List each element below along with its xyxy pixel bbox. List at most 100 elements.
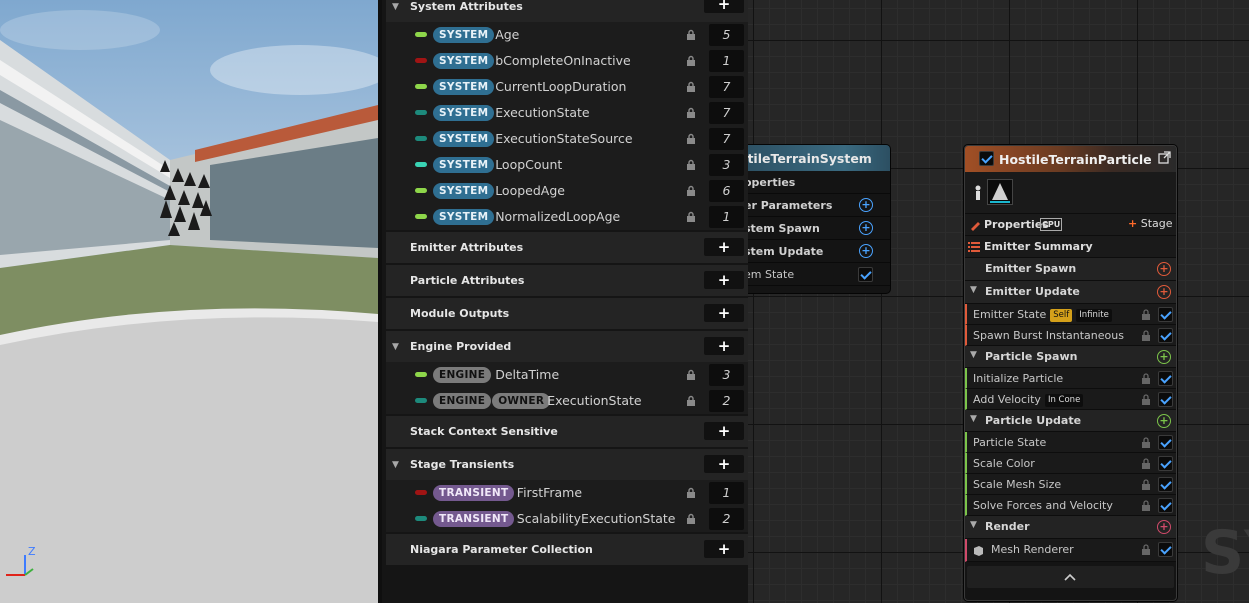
category-stack-context-sensitive[interactable]: Stack Context Sensitive + (386, 416, 748, 447)
system-node-row-system-update[interactable]: stem Update + (748, 240, 890, 263)
lock-icon[interactable] (1141, 544, 1151, 555)
group-particle-update[interactable]: ▼ Particle Update + (965, 410, 1176, 432)
add-particle-attribute-button[interactable]: + (704, 271, 744, 289)
add-renderer-icon[interactable]: + (1157, 520, 1171, 534)
add-circle-icon[interactable]: + (859, 244, 873, 258)
preview-viewport[interactable]: Z (0, 0, 378, 603)
add-system-attribute-button[interactable]: + (704, 0, 744, 13)
add-stack-context-button[interactable]: + (704, 422, 744, 440)
system-node[interactable]: stileTerrainSystem operties er Parameter… (748, 145, 890, 293)
add-engine-parameter-button[interactable]: + (704, 337, 744, 355)
parameter-row[interactable]: SYSTEM ExecutionState 7 (386, 100, 748, 126)
add-module-icon[interactable]: + (1157, 262, 1171, 276)
module-scale-mesh-size[interactable]: Scale Mesh Size (965, 474, 1176, 495)
group-emitter-update[interactable]: ▼ Emitter Update + (965, 281, 1176, 304)
renderer-mesh-renderer[interactable]: Mesh Renderer (965, 539, 1176, 562)
lock-icon[interactable] (685, 185, 697, 197)
lock-icon[interactable] (1141, 500, 1151, 511)
lock-icon[interactable] (685, 107, 697, 119)
add-module-output-button[interactable]: + (704, 304, 744, 322)
module-solve-forces-and-velocity[interactable]: Solve Forces and Velocity (965, 495, 1176, 516)
category-particle-attributes[interactable]: Particle Attributes + (386, 265, 748, 296)
system-node-row-system-spawn[interactable]: stem Spawn + (748, 217, 890, 240)
emitter-enable-checkbox[interactable] (979, 151, 994, 166)
category-emitter-attributes[interactable]: Emitter Attributes + (386, 232, 748, 263)
collapse-node-button[interactable] (967, 566, 1174, 588)
lock-icon[interactable] (685, 369, 697, 381)
system-node-header[interactable]: stileTerrainSystem (748, 145, 890, 171)
module-enable-checkbox[interactable] (1158, 328, 1173, 343)
group-render[interactable]: ▼ Render + (965, 516, 1176, 539)
collapse-caret-icon[interactable]: ▼ (970, 520, 977, 530)
system-node-row-system-state[interactable]: em State (748, 263, 890, 286)
module-enable-checkbox[interactable] (1158, 542, 1173, 557)
module-enable-checkbox[interactable] (1158, 392, 1173, 407)
open-external-icon[interactable] (1158, 151, 1171, 164)
module-enable-checkbox[interactable] (1158, 477, 1173, 492)
lock-icon[interactable] (685, 133, 697, 145)
module-scale-color[interactable]: Scale Color (965, 453, 1176, 474)
lock-icon[interactable] (1141, 458, 1151, 469)
collapse-caret-icon[interactable]: ▼ (392, 342, 406, 352)
module-spawn-burst-instantaneous[interactable]: Spawn Burst Instantaneous (965, 325, 1176, 346)
category-niagara-parameter-collection[interactable]: Niagara Parameter Collection + (386, 534, 748, 565)
lock-icon[interactable] (685, 55, 697, 67)
system-node-row-user-parameters[interactable]: er Parameters + (748, 194, 890, 217)
lock-icon[interactable] (1141, 309, 1151, 320)
enable-checkbox[interactable] (858, 267, 873, 282)
add-stage-button[interactable]: + Stage (1128, 217, 1173, 230)
emitter-node-header[interactable]: HostileTerrainParticle (965, 146, 1176, 172)
parameter-row[interactable]: TRANSIENT ScalabilityExecutionState 2 (386, 506, 748, 532)
add-circle-icon[interactable]: + (859, 221, 873, 235)
module-emitter-state[interactable]: Emitter State Self Infinite (965, 304, 1176, 325)
collapse-caret-icon[interactable]: ▼ (970, 285, 977, 295)
lock-icon[interactable] (685, 159, 697, 171)
module-enable-checkbox[interactable] (1158, 307, 1173, 322)
emitter-summary-row[interactable]: Emitter Summary (965, 236, 1176, 258)
parameter-row[interactable]: SYSTEM LoopCount 3 (386, 152, 748, 178)
parameter-row[interactable]: ENGINE DeltaTime 3 (386, 362, 748, 388)
emitter-thumbnail[interactable] (987, 179, 1013, 205)
lock-icon[interactable] (685, 487, 697, 499)
lock-icon[interactable] (685, 513, 697, 525)
collapse-caret-icon[interactable]: ▼ (392, 460, 406, 470)
module-enable-checkbox[interactable] (1158, 435, 1173, 450)
add-parameter-collection-button[interactable]: + (704, 540, 744, 558)
node-graph[interactable]: SY stileTerrainSystem operties er Parame… (748, 0, 1249, 603)
lock-icon[interactable] (1141, 394, 1151, 405)
lock-icon[interactable] (685, 81, 697, 93)
lock-icon[interactable] (1141, 373, 1151, 384)
parameter-row[interactable]: TRANSIENT FirstFrame 1 (386, 480, 748, 506)
module-enable-checkbox[interactable] (1158, 456, 1173, 471)
add-module-icon[interactable]: + (1157, 414, 1171, 428)
module-initialize-particle[interactable]: Initialize Particle (965, 368, 1176, 389)
collapse-caret-icon[interactable]: ▼ (392, 2, 406, 12)
parameter-row[interactable]: SYSTEM LoopedAge 6 (386, 178, 748, 204)
category-stage-transients[interactable]: ▼ Stage Transients + (386, 449, 748, 480)
parameter-row[interactable]: SYSTEM CurrentLoopDuration 7 (386, 74, 748, 100)
add-stage-transient-button[interactable]: + (704, 455, 744, 473)
category-engine-provided[interactable]: ▼ Engine Provided + (386, 331, 748, 362)
module-particle-state[interactable]: Particle State (965, 432, 1176, 453)
group-particle-spawn[interactable]: ▼ Particle Spawn + (965, 346, 1176, 368)
add-circle-icon[interactable]: + (859, 198, 873, 212)
system-node-row-properties[interactable]: operties (748, 171, 890, 194)
group-emitter-spawn[interactable]: Emitter Spawn + (965, 258, 1176, 281)
lock-icon[interactable] (1141, 479, 1151, 490)
category-module-outputs[interactable]: Module Outputs + (386, 298, 748, 329)
lock-icon[interactable] (685, 395, 697, 407)
add-module-icon[interactable]: + (1157, 350, 1171, 364)
parameter-row[interactable]: SYSTEM bCompleteOnInactive 1 (386, 48, 748, 74)
lock-icon[interactable] (1141, 330, 1151, 341)
parameter-row[interactable]: SYSTEM ExecutionStateSource 7 (386, 126, 748, 152)
module-enable-checkbox[interactable] (1158, 371, 1173, 386)
category-system-attributes[interactable]: ▼ System Attributes + (386, 0, 748, 22)
add-module-icon[interactable]: + (1157, 285, 1171, 299)
module-add-velocity[interactable]: Add Velocity In Cone (965, 389, 1176, 410)
lock-icon[interactable] (685, 29, 697, 41)
parameter-row[interactable]: ENGINE OWNER ExecutionState 2 (386, 388, 748, 414)
add-emitter-attribute-button[interactable]: + (704, 238, 744, 256)
emitter-properties-row[interactable]: Properties CPU + Stage (965, 214, 1176, 236)
lock-icon[interactable] (1141, 437, 1151, 448)
lock-icon[interactable] (685, 211, 697, 223)
